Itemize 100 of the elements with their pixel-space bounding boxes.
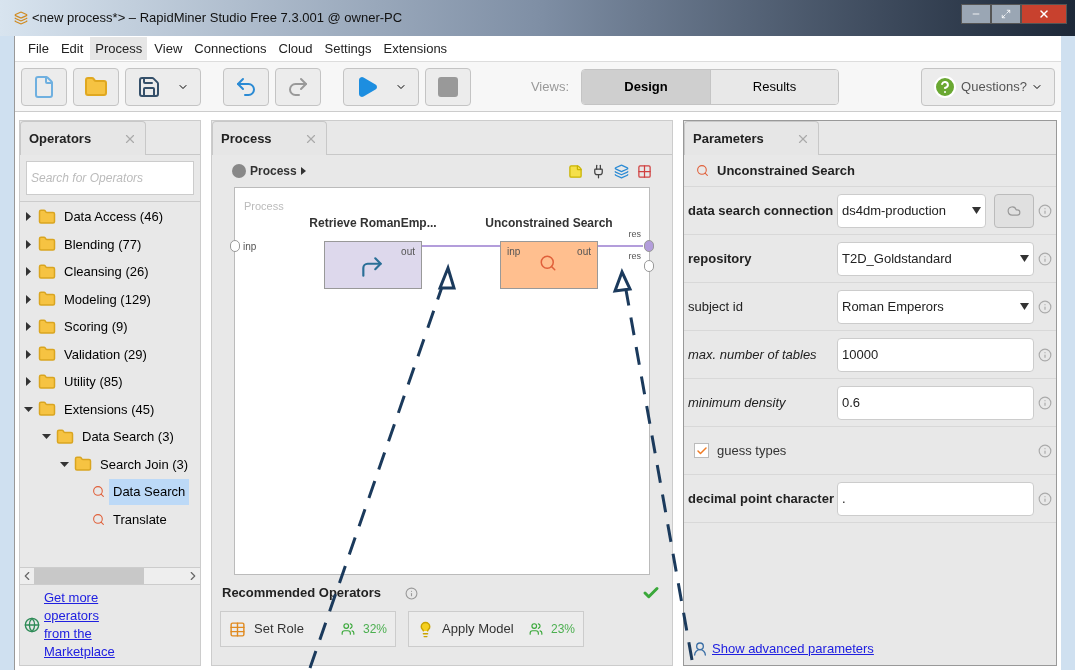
panel-tab[interactable]: Parameters — [684, 121, 819, 155]
tree-item[interactable]: Utility (85) — [60, 369, 127, 395]
param-label: subject id — [688, 297, 744, 316]
menu-item[interactable]: Connections — [189, 36, 272, 61]
operator-node[interactable]: out — [324, 241, 422, 289]
add-note-icon[interactable] — [568, 163, 583, 179]
operator-icon — [696, 164, 709, 177]
globe-icon — [24, 617, 40, 633]
menu-item[interactable]: Edit — [55, 36, 89, 61]
folder-icon — [38, 372, 56, 391]
dropdown[interactable]: ds4dm-production — [837, 193, 986, 228]
menu-item[interactable]: Settings — [319, 36, 377, 61]
port-label: out — [577, 245, 591, 259]
tree-item[interactable]: Blending (77) — [60, 231, 146, 257]
tree-item[interactable]: Translate — [109, 506, 171, 532]
folder-icon — [74, 455, 92, 474]
info-icon[interactable] — [1038, 251, 1052, 266]
checkbox[interactable] — [694, 443, 709, 458]
tree-item[interactable]: Data Access (46) — [60, 204, 167, 230]
maximize-button[interactable] — [991, 4, 1021, 24]
input-port[interactable] — [230, 240, 240, 252]
panel-title: Process — [221, 129, 272, 148]
menu-item[interactable]: Extensions — [378, 36, 453, 61]
horizontal-scrollbar[interactable] — [20, 567, 200, 585]
undo-button[interactable] — [223, 67, 269, 106]
menu-item[interactable]: Cloud — [273, 36, 318, 61]
tree-item[interactable]: Validation (29) — [60, 341, 151, 367]
recommended-operator[interactable]: Set Role 32% — [220, 611, 396, 647]
operator-icon — [92, 512, 105, 526]
menu-item[interactable]: Process — [90, 36, 148, 61]
output-port[interactable] — [644, 260, 654, 272]
panel-tab[interactable]: Operators — [20, 121, 147, 155]
breadcrumb-arrow-icon — [300, 167, 306, 175]
retrieve-icon — [359, 254, 385, 280]
view-tab[interactable]: Design — [582, 69, 710, 104]
window-title: <new process*> – RapidMiner Studio Free 7.3.001 @ owner-PC — [32, 9, 403, 28]
operator-title: Retrieve RomanEmp... — [308, 215, 438, 232]
expand-arrow-icon[interactable] — [24, 349, 34, 359]
tree-item[interactable]: Search Join (3) — [96, 451, 193, 477]
expand-arrow-icon[interactable] — [24, 294, 34, 304]
info-icon[interactable] — [1038, 491, 1052, 506]
param-label: repository — [688, 249, 753, 268]
cloud-button[interactable] — [994, 193, 1034, 228]
panel-tab[interactable]: Process — [212, 121, 327, 155]
collapse-arrow-icon[interactable] — [42, 432, 52, 442]
fit-view-icon[interactable] — [637, 163, 652, 179]
info-icon[interactable] — [1038, 347, 1052, 362]
help-button[interactable]: Questions? — [921, 67, 1055, 106]
tree-item[interactable]: Extensions (45) — [60, 396, 159, 422]
open-button[interactable] — [73, 67, 119, 106]
expand-arrow-icon[interactable] — [24, 377, 34, 387]
menu-item[interactable]: View — [149, 36, 188, 61]
canvas-label: Process — [244, 199, 284, 214]
panel-title: Operators — [29, 129, 92, 148]
info-icon[interactable] — [404, 586, 418, 600]
maximize-icon — [1001, 9, 1011, 19]
close-icon — [1038, 8, 1050, 20]
input-field[interactable]: 10000 — [837, 337, 1034, 372]
dropdown[interactable]: T2D_Goldstandard — [837, 241, 1034, 276]
info-icon[interactable] — [1038, 299, 1052, 314]
search-field[interactable]: Search for Operators — [26, 161, 194, 195]
breadcrumb[interactable]: Process — [250, 162, 297, 180]
close-button[interactable] — [1021, 4, 1067, 24]
users-icon — [340, 622, 355, 636]
advanced-parameters-link[interactable]: Show advanced parameters — [712, 639, 874, 659]
port-label: out — [401, 245, 415, 259]
info-icon[interactable] — [1038, 203, 1052, 218]
output-port[interactable] — [644, 240, 654, 252]
tree-item[interactable]: Data Search (3) — [78, 424, 178, 450]
expand-arrow-icon[interactable] — [24, 212, 34, 222]
new-button[interactable] — [21, 67, 67, 106]
run-button[interactable] — [343, 67, 419, 106]
input-field[interactable]: . — [837, 481, 1034, 516]
collapse-arrow-icon[interactable] — [60, 459, 70, 469]
info-icon[interactable] — [1038, 443, 1052, 458]
recommended-operator[interactable]: Apply Model 23% — [408, 611, 584, 647]
input-field[interactable]: 0.6 — [837, 385, 1034, 420]
expand-arrow-icon[interactable] — [24, 239, 34, 249]
expand-arrow-icon[interactable] — [24, 267, 34, 277]
operator-node[interactable]: inp out — [500, 241, 598, 289]
save-button[interactable] — [125, 67, 201, 106]
tree-item[interactable]: Data Search — [109, 479, 190, 505]
minimize-button[interactable] — [961, 4, 991, 24]
auto-wire-icon[interactable] — [591, 163, 606, 179]
dropdown[interactable]: Roman Emperors — [837, 289, 1034, 324]
view-tab[interactable]: Results — [710, 69, 838, 104]
operator-name: Unconstrained Search — [717, 161, 855, 180]
collapse-arrow-icon[interactable] — [24, 404, 34, 414]
folder-icon — [38, 262, 56, 281]
param-label: data search connection — [688, 201, 833, 220]
menu-item[interactable]: File — [23, 36, 54, 61]
tree-item[interactable]: Modeling (129) — [60, 286, 155, 312]
tree-item[interactable]: Scoring (9) — [60, 314, 132, 340]
connection-line — [597, 245, 644, 247]
marketplace-link[interactable]: Get more operators from the Marketplace — [44, 589, 124, 661]
layers-icon[interactable] — [614, 163, 629, 179]
folder-icon — [56, 427, 74, 446]
tree-item[interactable]: Cleansing (26) — [60, 259, 153, 285]
expand-arrow-icon[interactable] — [24, 322, 34, 332]
info-icon[interactable] — [1038, 395, 1052, 410]
